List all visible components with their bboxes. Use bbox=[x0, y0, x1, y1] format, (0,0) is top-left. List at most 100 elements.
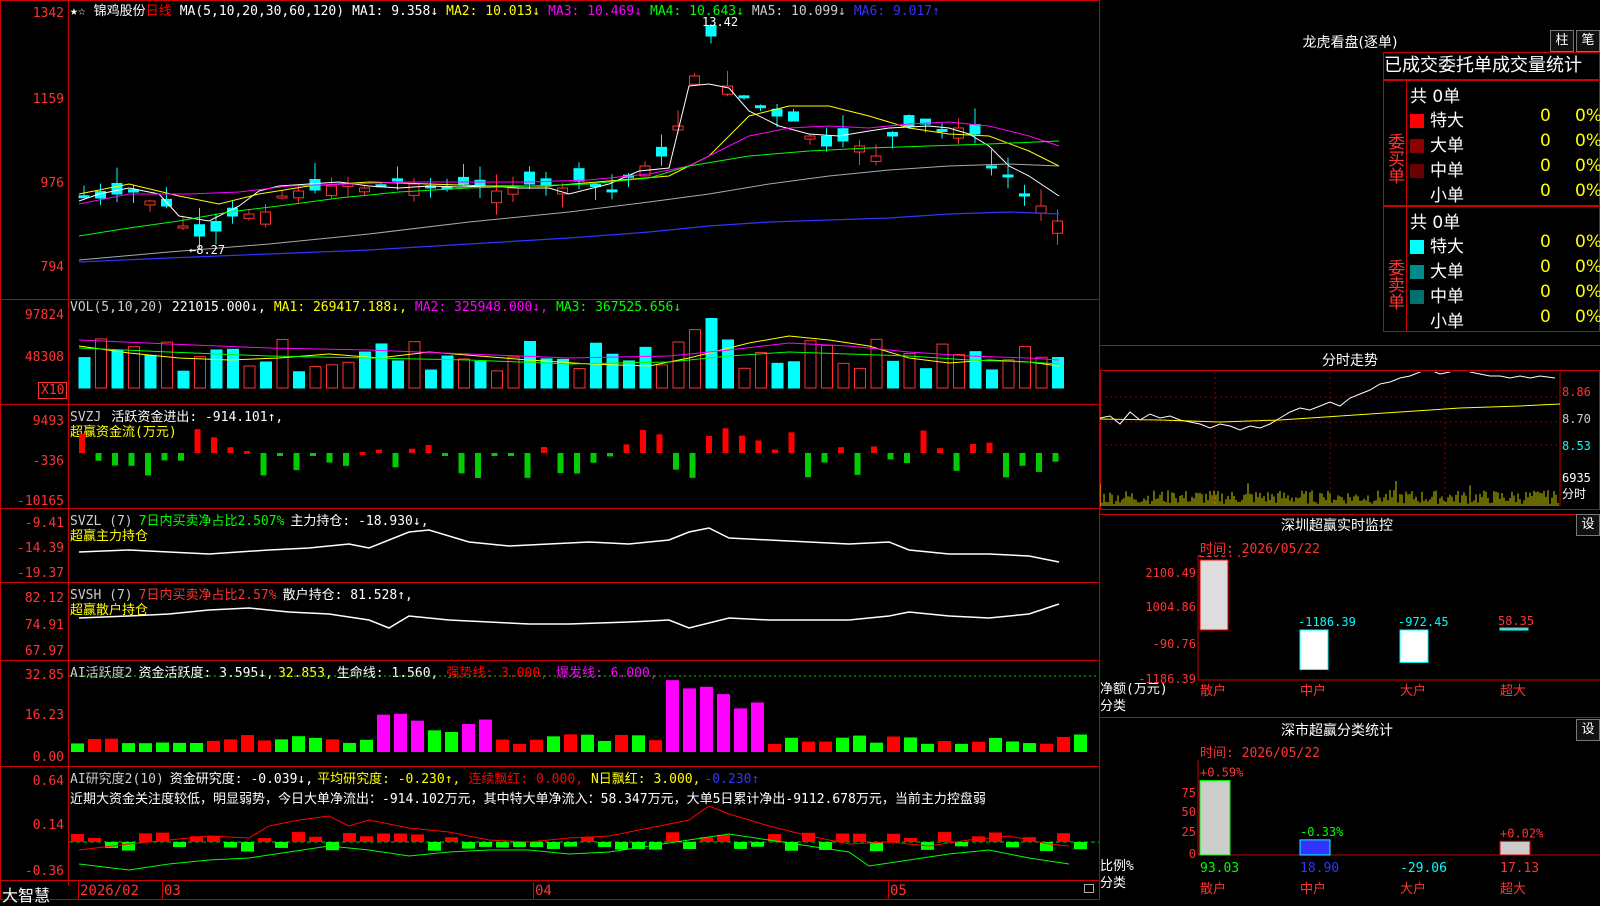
volume-bar bbox=[1019, 346, 1031, 389]
candle[interactable] bbox=[1035, 205, 1047, 214]
activity-bar bbox=[751, 702, 764, 752]
candle[interactable] bbox=[359, 187, 370, 193]
candle[interactable] bbox=[870, 155, 882, 162]
volume-bar bbox=[392, 360, 404, 389]
monitor-bar[interactable] bbox=[1299, 629, 1329, 671]
buy-order-row: 中单 0 0% bbox=[1410, 156, 1600, 181]
activity-bar bbox=[122, 743, 135, 752]
volume-bar bbox=[887, 360, 899, 389]
volume-bar bbox=[804, 340, 817, 389]
research-bar bbox=[88, 837, 101, 842]
separator bbox=[0, 880, 1100, 881]
flow-bar bbox=[475, 453, 481, 478]
candle[interactable] bbox=[276, 195, 288, 199]
stats-chart[interactable]: 75 50 25 0 比例% 分类 +0.59% 93.03 散户 -0.33% 18.… bbox=[1100, 760, 1600, 900]
stats-value: 18.90 bbox=[1300, 861, 1339, 876]
stats-bar[interactable] bbox=[1199, 780, 1231, 856]
svzl-chart[interactable] bbox=[69, 510, 1099, 582]
separator bbox=[1100, 345, 1600, 346]
stats-value: -29.06 bbox=[1400, 861, 1447, 876]
candle[interactable] bbox=[986, 165, 997, 169]
tick-mode-button[interactable]: 笔 bbox=[1576, 30, 1600, 52]
candle[interactable] bbox=[1002, 174, 1014, 178]
kline-chart[interactable]: 13.42 ←8.27 bbox=[69, 16, 1099, 298]
candle[interactable] bbox=[788, 111, 799, 122]
candle[interactable] bbox=[738, 95, 750, 99]
stats-bar[interactable] bbox=[1299, 839, 1331, 856]
flow-bar bbox=[590, 453, 597, 463]
candle[interactable] bbox=[458, 176, 469, 185]
candle[interactable] bbox=[969, 124, 981, 135]
candle[interactable] bbox=[392, 178, 403, 182]
candle[interactable] bbox=[804, 135, 816, 140]
activity-bar bbox=[683, 688, 696, 752]
intraday-chart[interactable]: 8.86 8.70 8.53 6935 分时 bbox=[1100, 372, 1600, 508]
ai2-note: 近期大资金关注度较低，明显弱势，今日大单净流出：-914.102万元，其中特大单… bbox=[70, 792, 986, 807]
lock-icon[interactable] bbox=[1084, 884, 1094, 893]
candle[interactable] bbox=[936, 128, 948, 132]
bar-mode-button[interactable]: 柱 bbox=[1550, 30, 1574, 52]
volume-chart[interactable] bbox=[69, 318, 1099, 398]
candle[interactable] bbox=[144, 200, 156, 206]
ytick: 82.12 bbox=[24, 591, 64, 606]
candle[interactable] bbox=[293, 190, 304, 199]
sell-label: 委卖单 bbox=[1383, 206, 1407, 332]
candle[interactable] bbox=[194, 224, 205, 237]
candle[interactable] bbox=[887, 131, 898, 137]
flow-bar bbox=[194, 429, 201, 453]
order-pct: 0% bbox=[1575, 156, 1600, 176]
lhb-tabs[interactable]: 已成交委托单成交量统计 bbox=[1383, 52, 1600, 80]
activity-bar bbox=[326, 739, 339, 752]
svsh-chart[interactable] bbox=[69, 584, 1099, 660]
research-bar bbox=[275, 842, 288, 848]
candle[interactable] bbox=[177, 225, 189, 229]
monitor-value: 2100.49 bbox=[1198, 555, 1249, 560]
candle[interactable] bbox=[260, 211, 271, 225]
candle[interactable] bbox=[243, 213, 255, 219]
candle[interactable] bbox=[1052, 220, 1063, 234]
candle[interactable] bbox=[326, 185, 337, 197]
ytick: 0.14 bbox=[32, 818, 64, 833]
ai1-chart[interactable] bbox=[69, 662, 1099, 766]
svzj-chart[interactable] bbox=[69, 408, 1099, 506]
research-bar bbox=[428, 842, 441, 851]
candle[interactable] bbox=[656, 146, 667, 157]
monitor-chart[interactable]: 2100.49 1004.86 -90.76 -1186.39 净额(万元) 分… bbox=[1100, 555, 1600, 715]
candle[interactable] bbox=[408, 183, 420, 196]
flow-bar bbox=[178, 453, 184, 461]
volume-bar bbox=[986, 369, 998, 389]
candle[interactable] bbox=[491, 190, 502, 204]
candle[interactable] bbox=[210, 221, 222, 232]
order-count: 0 bbox=[1540, 307, 1551, 327]
candle[interactable] bbox=[111, 182, 123, 195]
monitor-settings-button[interactable]: 设 bbox=[1576, 514, 1600, 536]
flow-bar bbox=[293, 453, 300, 471]
candle[interactable] bbox=[78, 195, 90, 199]
activity-bar bbox=[275, 739, 288, 752]
stats-value: 17.13 bbox=[1500, 861, 1539, 876]
ytick: 16.23 bbox=[24, 708, 64, 723]
color-swatch bbox=[1410, 240, 1424, 254]
monitor-bar[interactable] bbox=[1199, 559, 1229, 631]
candle[interactable] bbox=[507, 187, 519, 195]
stats-settings-button[interactable]: 设 bbox=[1576, 719, 1600, 741]
activity-bar bbox=[819, 741, 832, 752]
candle[interactable] bbox=[755, 105, 766, 109]
activity-bar bbox=[955, 743, 968, 752]
flow-bar bbox=[260, 453, 267, 476]
candle[interactable] bbox=[689, 75, 700, 85]
candle[interactable] bbox=[606, 189, 618, 193]
monitor-bar[interactable] bbox=[1499, 627, 1529, 631]
vol-unit[interactable]: X10 bbox=[38, 382, 68, 399]
activity-bar bbox=[309, 737, 322, 752]
stats-bar[interactable] bbox=[1499, 840, 1531, 856]
ai2-chart[interactable] bbox=[69, 806, 1099, 880]
candle[interactable] bbox=[1019, 193, 1030, 197]
candle[interactable] bbox=[573, 168, 585, 182]
monitor-bar[interactable] bbox=[1399, 629, 1429, 663]
monitor-category: 大户 bbox=[1400, 683, 1426, 699]
flow-bar bbox=[788, 432, 795, 453]
candle[interactable] bbox=[821, 135, 832, 147]
ai2-avg: 平均研究度: -0.230↑, bbox=[317, 772, 461, 787]
volume-bar bbox=[639, 346, 652, 389]
